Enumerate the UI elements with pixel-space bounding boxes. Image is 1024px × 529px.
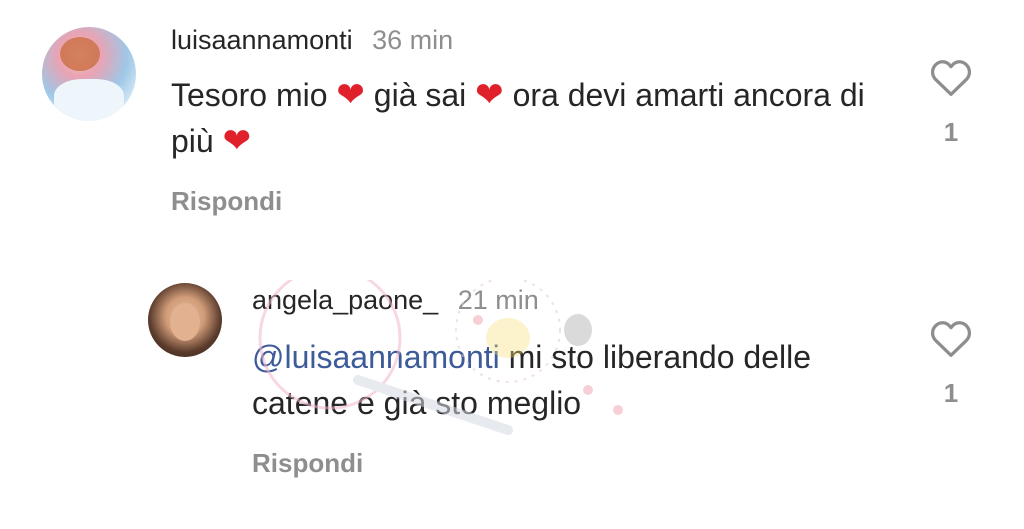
heart-outline-icon[interactable] xyxy=(929,57,973,97)
mention-link[interactable]: @luisaannamonti xyxy=(252,339,500,375)
like-count: 1 xyxy=(943,117,959,147)
reply-comment-item: angela_paone_ 21 min @luisaannamonti mi … xyxy=(0,260,1024,529)
comment-text: Tesoro mio ❤ già sai ❤ ora devi amarti a… xyxy=(171,72,871,164)
red-heart-emoji-icon: ❤ xyxy=(222,121,252,161)
reply-button[interactable]: Rispondi xyxy=(252,446,363,480)
comment-meta: angela_paone_ 21 min xyxy=(252,282,892,318)
like-count: 1 xyxy=(943,378,959,408)
reply-button[interactable]: Rispondi xyxy=(171,184,282,218)
like-area: 1 xyxy=(926,318,976,409)
avatar[interactable] xyxy=(42,27,136,121)
comment-timestamp: 21 min xyxy=(457,285,539,315)
comment-username[interactable]: luisaannamonti xyxy=(171,25,353,55)
comment-item: luisaannamonti 36 min Tesoro mio ❤ già s… xyxy=(0,0,1024,250)
comment-meta: luisaannamonti 36 min xyxy=(171,22,871,58)
comment-timestamp: 36 min xyxy=(372,25,454,55)
red-heart-emoji-icon: ❤ xyxy=(475,75,504,115)
comment-text-part: Tesoro mio xyxy=(171,77,337,113)
avatar[interactable] xyxy=(148,283,222,357)
comment-text-part: già sai xyxy=(364,77,476,113)
red-heart-emoji-icon: ❤ xyxy=(336,75,365,115)
comment-username[interactable]: angela_paone_ xyxy=(252,285,438,315)
like-area: 1 xyxy=(926,57,976,148)
comment-body: angela_paone_ 21 min @luisaannamonti mi … xyxy=(252,282,892,480)
comment-text: @luisaannamonti mi sto liberando delle c… xyxy=(252,334,892,426)
heart-outline-icon[interactable] xyxy=(929,318,973,358)
comment-body: luisaannamonti 36 min Tesoro mio ❤ già s… xyxy=(171,22,871,218)
